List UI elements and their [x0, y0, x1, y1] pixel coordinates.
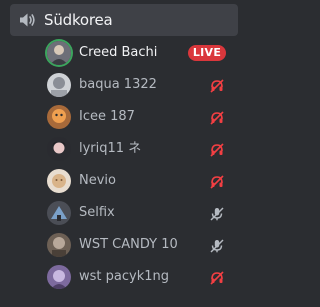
- user-name: Selfix: [79, 205, 115, 220]
- user-name: Icee 187: [79, 109, 135, 124]
- avatar: [47, 41, 71, 65]
- voice-user-row[interactable]: Nevio: [40, 166, 238, 196]
- deafened-icon: [210, 78, 224, 93]
- voice-user-row[interactable]: WST CANDY 10: [40, 230, 238, 260]
- avatar: [47, 265, 71, 289]
- voice-user-row[interactable]: Creed Bachi LIVE: [40, 38, 238, 68]
- voice-channel-panel: Südkorea Creed Bachi LIVE baqua 1322 Ice…: [0, 0, 247, 307]
- user-name: WST CANDY 10: [79, 237, 178, 252]
- mute-icon: [210, 206, 224, 221]
- voice-user-row[interactable]: wst pacyk1ng: [40, 262, 238, 292]
- voice-user-row[interactable]: lyriq11 ネ: [40, 134, 238, 164]
- user-name: lyriq11 ネ: [79, 141, 142, 156]
- user-name: baqua 1322: [79, 77, 157, 92]
- avatar: [47, 233, 71, 257]
- live-badge: LIVE: [188, 45, 226, 61]
- user-name: Creed Bachi: [79, 45, 158, 60]
- user-name: Nevio: [79, 173, 116, 188]
- avatar: [47, 201, 71, 225]
- voice-user-row[interactable]: Selfix: [40, 198, 238, 228]
- deafened-icon: [210, 142, 224, 157]
- user-name: wst pacyk1ng: [79, 269, 169, 284]
- speaker-icon: [19, 12, 37, 28]
- avatar: [47, 73, 71, 97]
- avatar: [47, 105, 71, 129]
- deafened-icon: [210, 110, 224, 125]
- deafened-icon: [210, 174, 224, 189]
- mute-icon: [210, 238, 224, 253]
- voice-channel-header[interactable]: Südkorea: [10, 4, 238, 36]
- voice-user-row[interactable]: Icee 187: [40, 102, 238, 132]
- avatar: [47, 137, 71, 161]
- voice-user-row[interactable]: baqua 1322: [40, 70, 238, 100]
- deafened-icon: [210, 270, 224, 285]
- channel-name: Südkorea: [44, 11, 113, 29]
- avatar: [47, 169, 71, 193]
